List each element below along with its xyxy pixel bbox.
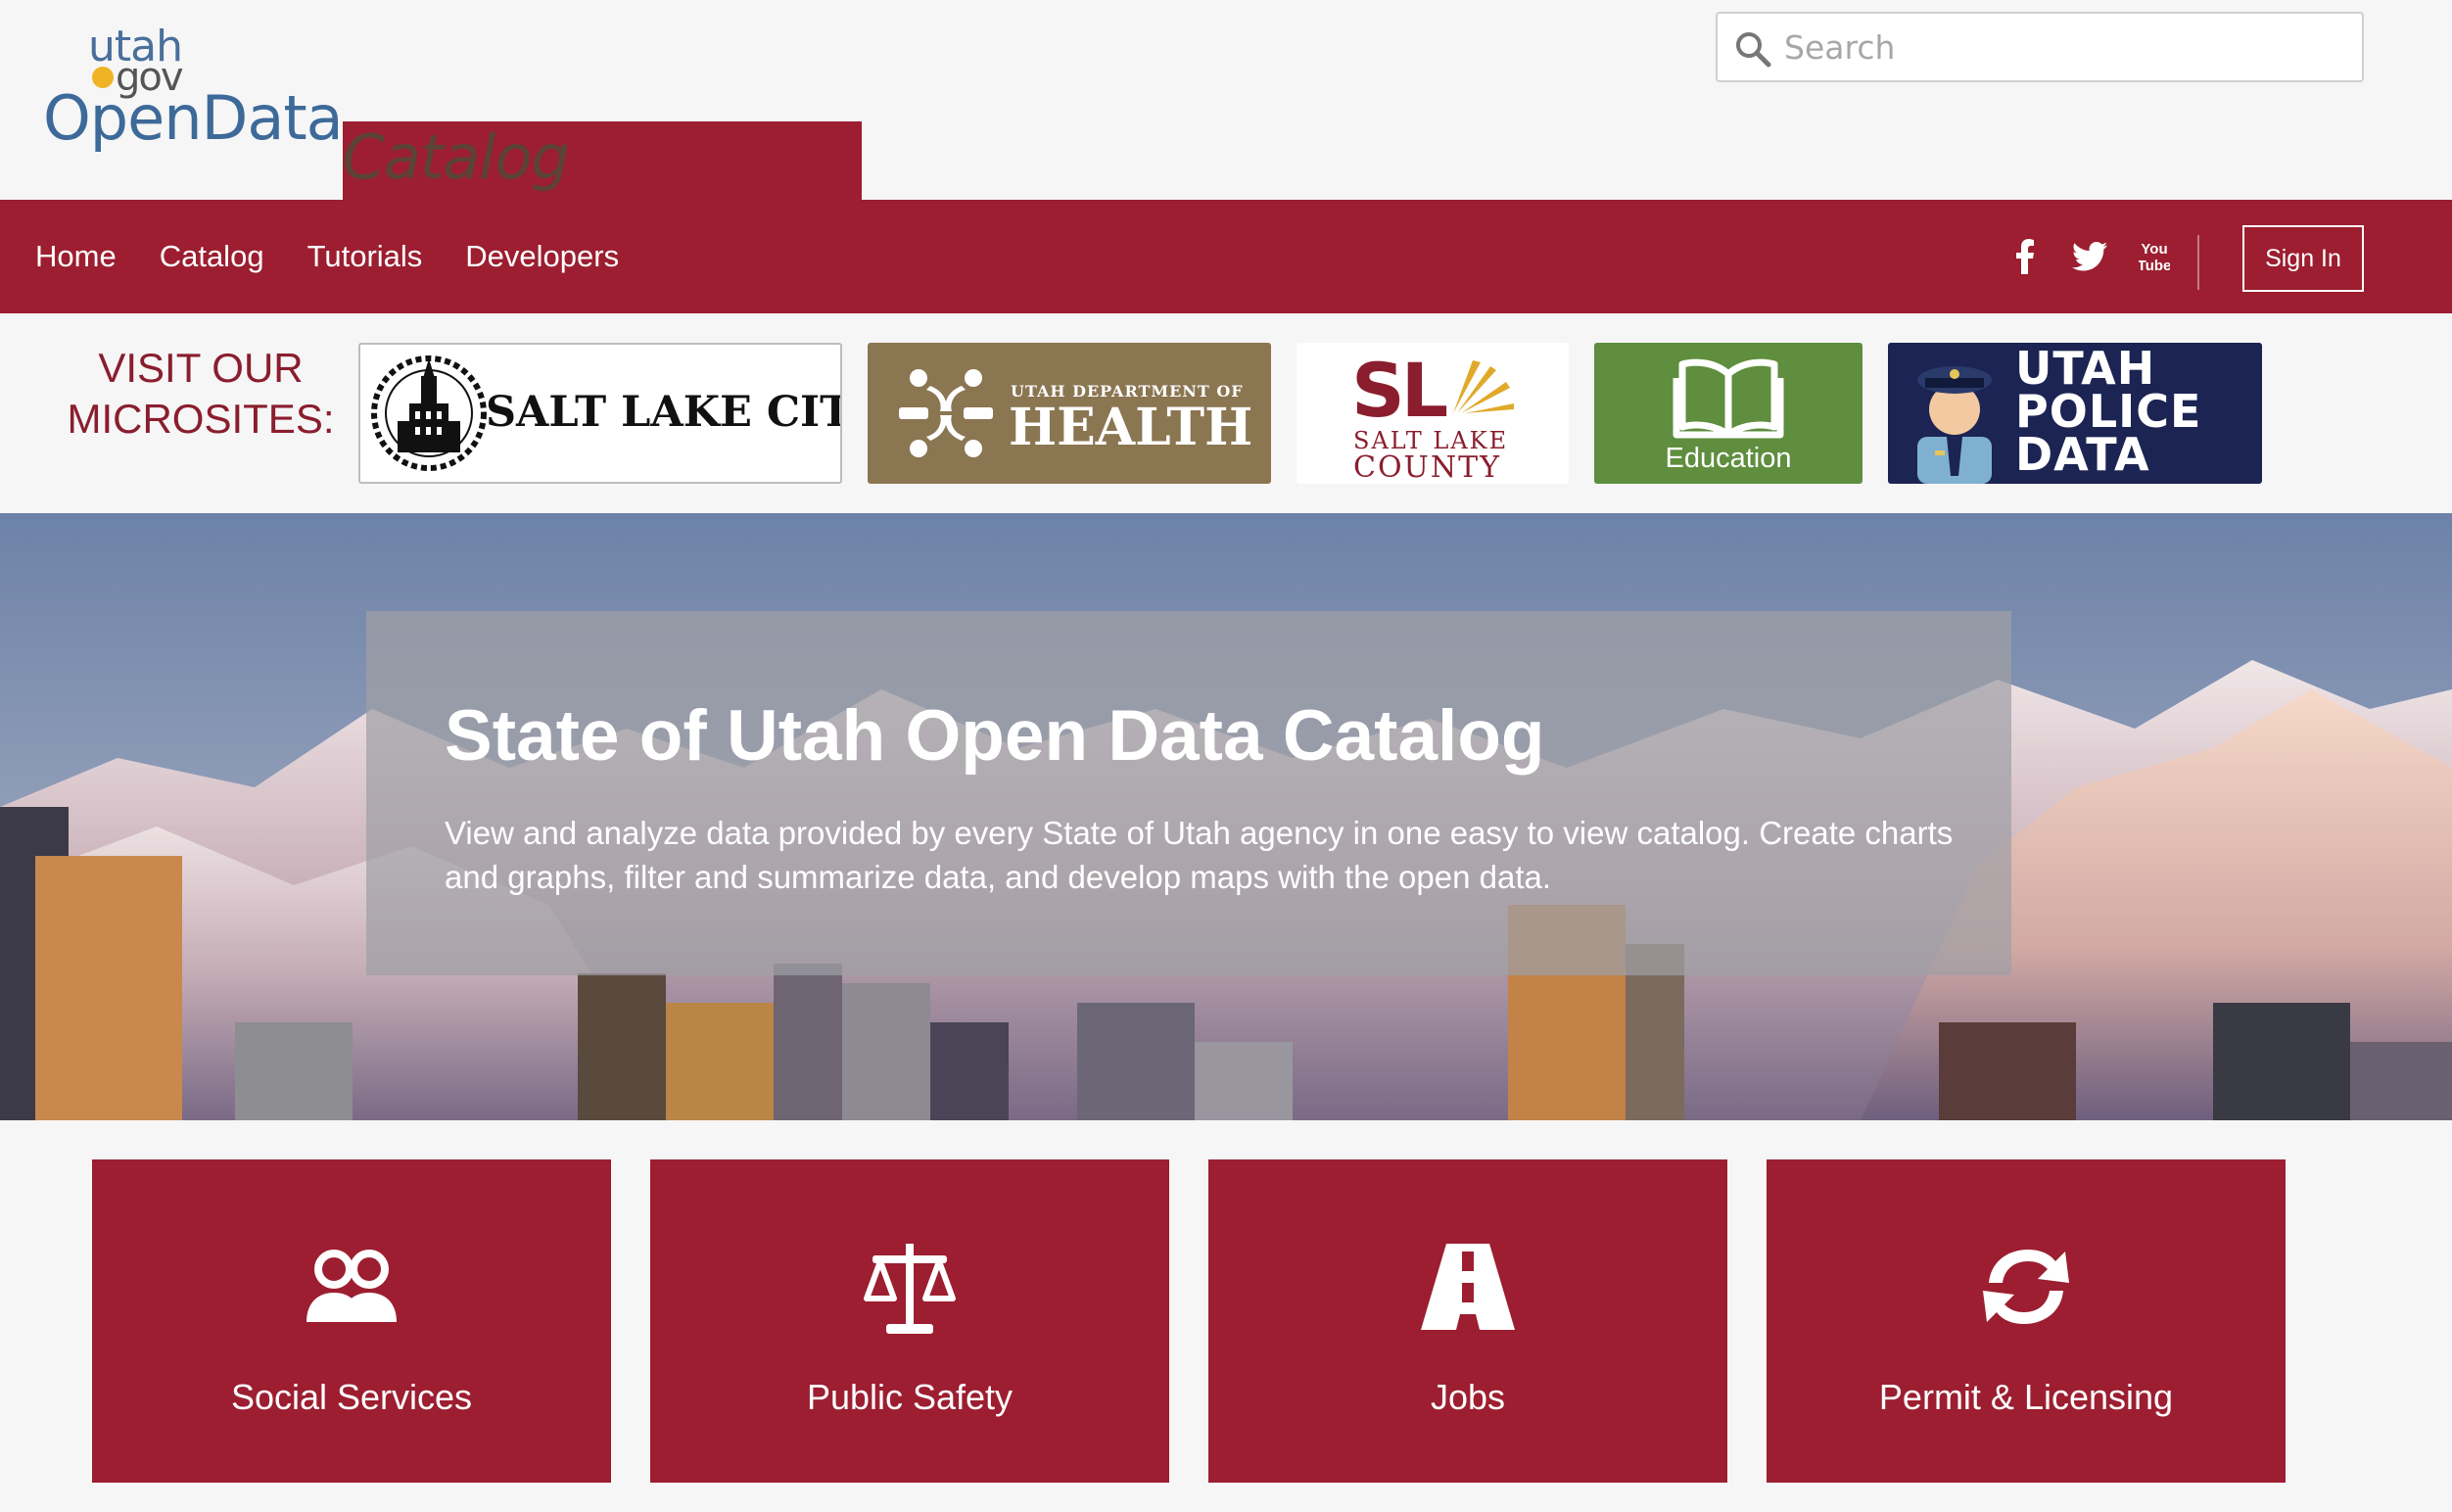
logo-wordmark: OpenData Catalog [43, 82, 862, 445]
nav-developers-link[interactable]: Developers [465, 239, 619, 274]
facebook-icon[interactable] [2005, 237, 2045, 276]
scales-icon [864, 1244, 956, 1334]
health-label: HEALTH [1009, 398, 1253, 457]
hero-title: State of Utah Open Data Catalog [445, 696, 1545, 776]
nav-divider [2197, 235, 2199, 290]
open-book-icon [1673, 358, 1784, 439]
category-label: Jobs [1430, 1377, 1506, 1417]
category-social-services[interactable]: Social Services [92, 1159, 611, 1483]
microsite-education[interactable]: Education [1594, 343, 1863, 484]
microsites-heading: VISIT OUR MICROSITES: [59, 343, 343, 445]
police-line3: DATA [2015, 428, 2150, 481]
search-input[interactable] [1784, 20, 2352, 74]
search-box[interactable] [1716, 12, 2364, 82]
hero-intro-panel: State of Utah Open Data Catalog View and… [366, 611, 2011, 975]
nav-tutorials-link[interactable]: Tutorials [307, 239, 423, 274]
sign-in-button[interactable]: Sign In [2242, 225, 2364, 292]
search-icon [1736, 32, 1771, 68]
twitter-icon[interactable] [2070, 237, 2109, 276]
police-line1: UTAH [2015, 343, 2156, 395]
category-permit-licensing[interactable]: Permit & Licensing [1767, 1159, 2286, 1483]
nav-home-link[interactable]: Home [35, 239, 117, 274]
logo-opendata-text: OpenData [43, 82, 344, 154]
police-line2: POLICE [2015, 385, 2202, 438]
hero-banner: State of Utah Open Data Catalog View and… [0, 513, 2452, 1120]
county-line2: COUNTY [1353, 450, 1501, 484]
health-people-icon [899, 369, 993, 457]
nav-catalog-link[interactable]: Catalog [160, 239, 264, 274]
svg-text:Tube: Tube [2139, 258, 2170, 274]
nav-links: Home Catalog Tutorials Developers [35, 200, 619, 313]
hero-description: View and analyze data provided by every … [445, 815, 1954, 895]
microsite-salt-lake-city[interactable]: SALT LAKE CITY [358, 343, 842, 484]
main-navbar: Home Catalog Tutorials Developers You Tub… [0, 200, 2452, 313]
county-sunburst-icon [1453, 360, 1514, 413]
salt-lake-city-seal-icon [371, 355, 487, 471]
microsites-heading-line2: MICROSITES: [67, 396, 335, 442]
refresh-icon [1983, 1250, 2069, 1324]
category-tiles: Social Services Public Safety Jobs Permi… [0, 1120, 2452, 1512]
microsite-salt-lake-county[interactable]: SL SALT LAKE COUNTY [1297, 343, 1569, 484]
microsites-heading-line1: VISIT OUR [98, 345, 304, 391]
road-icon [1421, 1244, 1515, 1330]
utah-open-data-catalog-logo[interactable]: utah gov OpenData Catalog [43, 22, 862, 445]
category-label: Permit & Licensing [1878, 1377, 2174, 1417]
salt-lake-city-label: SALT LAKE CITY [486, 388, 842, 437]
education-label: Education [1665, 443, 1792, 474]
county-mark: SL [1351, 347, 1448, 434]
svg-text:You: You [2141, 241, 2167, 258]
social-links: You Tube [2005, 235, 2174, 278]
people-icon [306, 1250, 397, 1322]
category-label: Social Services [230, 1377, 473, 1417]
microsite-utah-health[interactable]: UTAH DEPARTMENT OF HEALTH [868, 343, 1271, 484]
category-label: Public Safety [806, 1377, 1014, 1417]
microsites-bar: VISIT OUR MICROSITES: SALT LAKE CITY UTA… [0, 313, 2452, 513]
category-jobs[interactable]: Jobs [1208, 1159, 1727, 1483]
category-public-safety[interactable]: Public Safety [650, 1159, 1169, 1483]
microsite-utah-police-data[interactable]: UTAH POLICE DATA [1888, 343, 2262, 484]
police-officer-icon [1917, 366, 1992, 484]
site-header: utah gov OpenData Catalog [0, 0, 2452, 445]
youtube-icon[interactable]: You Tube [2135, 237, 2174, 276]
